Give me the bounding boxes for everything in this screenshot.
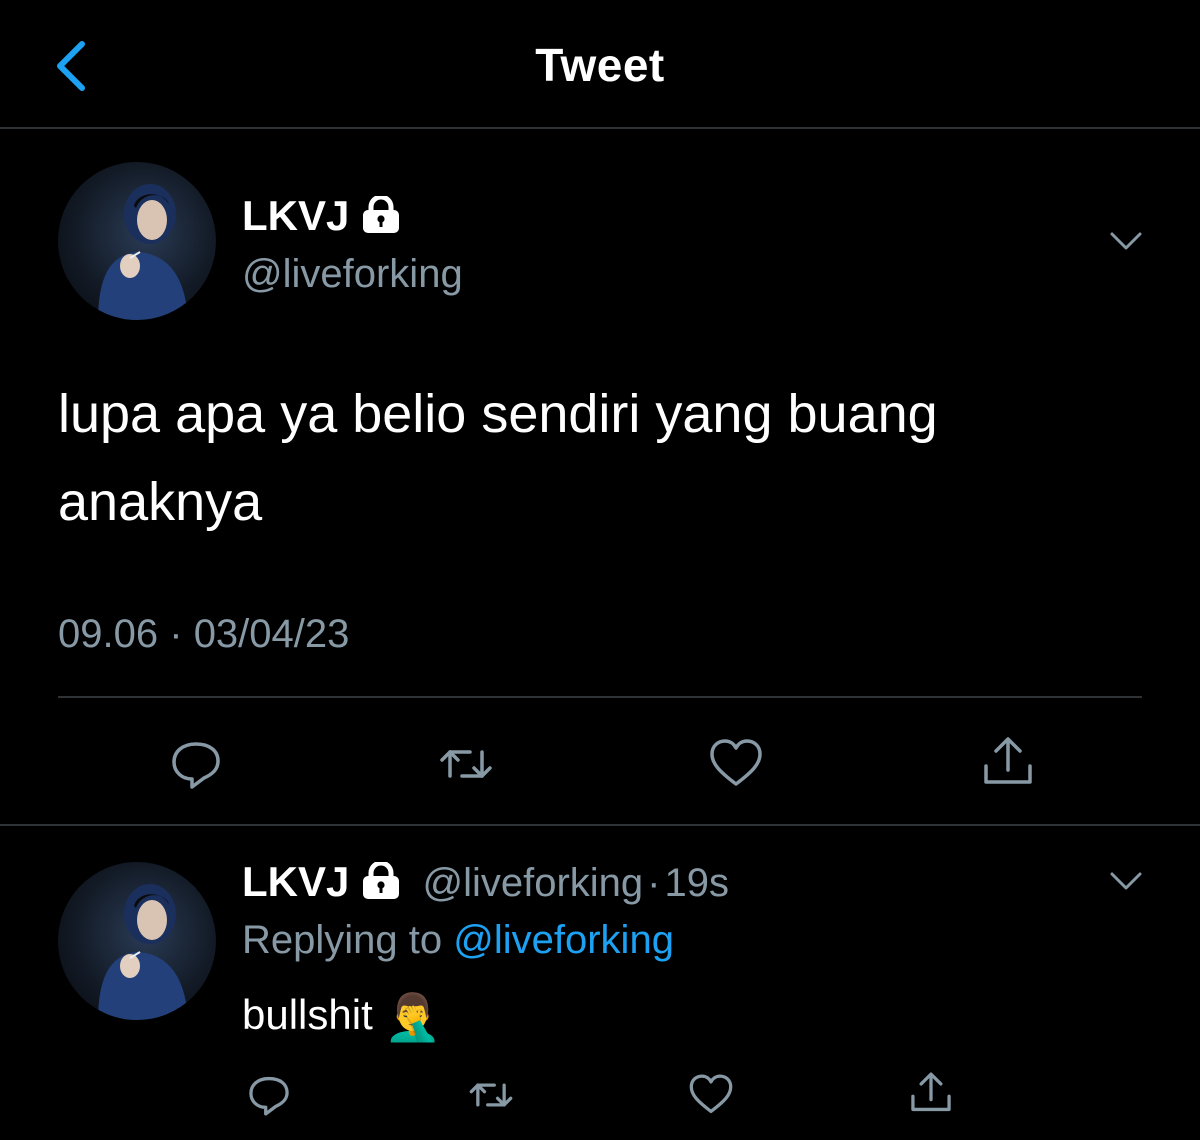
reply-header: LKVJ @liveforking · 19s [242,858,729,910]
reply-avatar[interactable] [58,862,216,1020]
author-name: LKVJ [242,192,350,239]
reply-retweet-button[interactable] [466,1072,516,1118]
reply-author-name[interactable]: LKVJ [242,858,349,905]
reply-button[interactable] [168,736,224,792]
reply-icon [172,742,220,789]
header-divider [0,127,1200,129]
reply-like-button[interactable] [688,1072,734,1118]
reply-icon [249,1076,289,1116]
like-button[interactable] [708,736,764,792]
reply-share-button[interactable] [908,1070,954,1116]
reply-text-row: bullshit 🤦‍♂️ [242,990,442,1045]
replying-to: Replying to @liveforking [242,918,674,963]
retweet-button[interactable] [436,736,496,792]
author-name-row[interactable]: LKVJ [242,192,401,244]
author-handle[interactable]: @liveforking [242,252,463,297]
tweet-time: 09.06 [58,612,159,656]
share-icon [911,1072,951,1112]
reply-options-button[interactable] [1106,868,1146,894]
reply-author-handle[interactable]: @liveforking [422,861,643,905]
reply-age: 19s [664,861,730,905]
avatar[interactable] [58,162,216,320]
page-title: Tweet [535,39,665,91]
retweet-icon [469,1083,513,1107]
share-button[interactable] [980,734,1036,790]
like-icon [710,739,762,786]
avatar-photo [98,184,188,320]
reply-text: bullshit [242,991,373,1038]
lock-icon [361,194,401,244]
replying-to-handle[interactable]: @liveforking [453,918,674,962]
tweet-options-button[interactable] [1106,228,1146,254]
avatar-photo [98,884,188,1020]
stats-divider [58,696,1142,698]
tweet-timestamp[interactable]: 09.06 · 03/04/23 [58,612,349,657]
chevron-down-icon [1110,232,1142,250]
timestamp-separator: · [169,612,183,656]
reply-separator: · [647,861,661,905]
tweet-text: lupa apa ya belio sendiri yang buang ana… [58,384,938,532]
share-icon [984,737,1032,784]
thread-divider [0,824,1200,826]
facepalm-emoji: 🤦‍♂️ [384,991,442,1043]
retweet-icon [440,750,492,778]
reply-reply-button[interactable] [246,1072,292,1118]
lock-icon [361,860,401,910]
like-icon [689,1074,733,1114]
chevron-down-icon [1110,872,1142,890]
replying-to-label: Replying to [242,918,443,962]
tweet-date: 03/04/23 [193,612,350,656]
